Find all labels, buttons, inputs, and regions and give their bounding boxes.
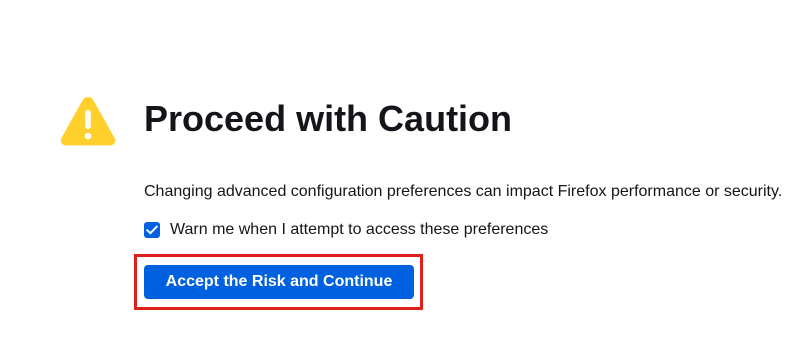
page-title: Proceed with Caution — [144, 98, 513, 139]
warning-description: Changing advanced configuration preferen… — [144, 183, 783, 200]
warn-checkbox[interactable] — [144, 222, 160, 238]
accept-risk-button[interactable]: Accept the Risk and Continue — [144, 265, 414, 299]
warn-checkbox-row[interactable]: Warn me when I attempt to access these p… — [144, 219, 548, 241]
warning-triangle-icon — [59, 94, 117, 148]
checkmark-icon — [146, 225, 158, 235]
warn-checkbox-label[interactable]: Warn me when I attempt to access these p… — [170, 219, 548, 241]
